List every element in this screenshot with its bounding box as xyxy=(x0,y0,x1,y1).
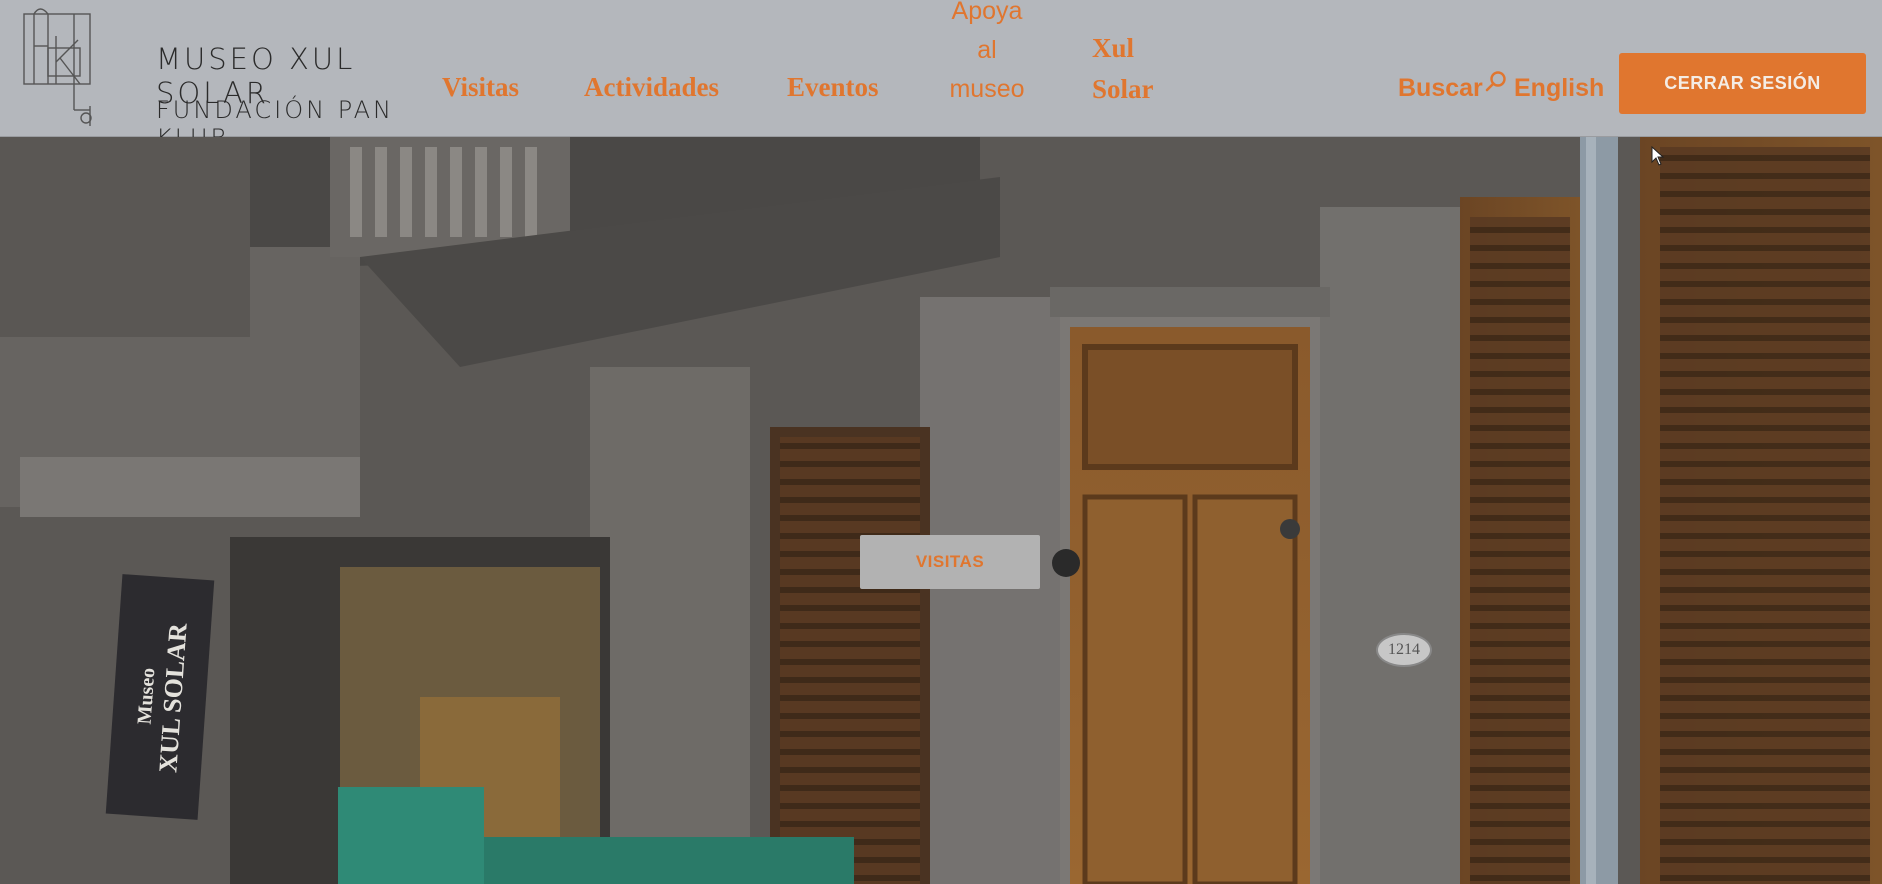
site-header: MUSEO XUL SOLAR FUNDACIÓN PAN KLUB Visit… xyxy=(0,0,1882,152)
pan-klub-logo-icon xyxy=(23,8,92,126)
nav-eventos[interactable]: Eventos xyxy=(787,72,879,103)
nav-xul-line-1: Xul xyxy=(1092,33,1135,63)
mouse-cursor-icon xyxy=(1651,146,1665,166)
nav-visitas[interactable]: Visitas xyxy=(442,72,519,103)
museum-hanging-sign: Museo XUL SOLAR xyxy=(105,574,215,820)
search-button[interactable]: Buscar xyxy=(1398,71,1509,103)
hero-visitas-button[interactable]: VISITAS xyxy=(860,535,1040,589)
hero-section: Museo XUL SOLAR 1214 VISITAS xyxy=(0,137,1882,884)
nav-xul-solar[interactable]: Xul Solar xyxy=(1092,28,1154,110)
hero-building-photo xyxy=(0,137,1882,884)
door-number: 1214 xyxy=(1388,641,1420,658)
sign-text: Museo XUL SOLAR xyxy=(130,621,193,774)
search-label: Buscar xyxy=(1398,74,1483,102)
nav-actividades[interactable]: Actividades xyxy=(584,72,719,103)
nav-apoya-line-1: Apoya xyxy=(951,0,1023,25)
search-icon xyxy=(1485,71,1506,92)
language-switch-english[interactable]: English xyxy=(1514,74,1604,103)
nav-apoya-line-3: museo xyxy=(949,75,1025,103)
site-logo[interactable]: MUSEO XUL SOLAR FUNDACIÓN PAN KLUB xyxy=(20,6,412,152)
logout-button[interactable]: CERRAR SESIÓN xyxy=(1619,53,1866,114)
nav-apoya-al-museo[interactable]: Apoya al museo xyxy=(942,0,1032,109)
nav-xul-line-2: Solar xyxy=(1092,74,1154,104)
door-number-plaque: 1214 xyxy=(1376,633,1432,667)
nav-apoya-line-2: al xyxy=(977,36,997,64)
